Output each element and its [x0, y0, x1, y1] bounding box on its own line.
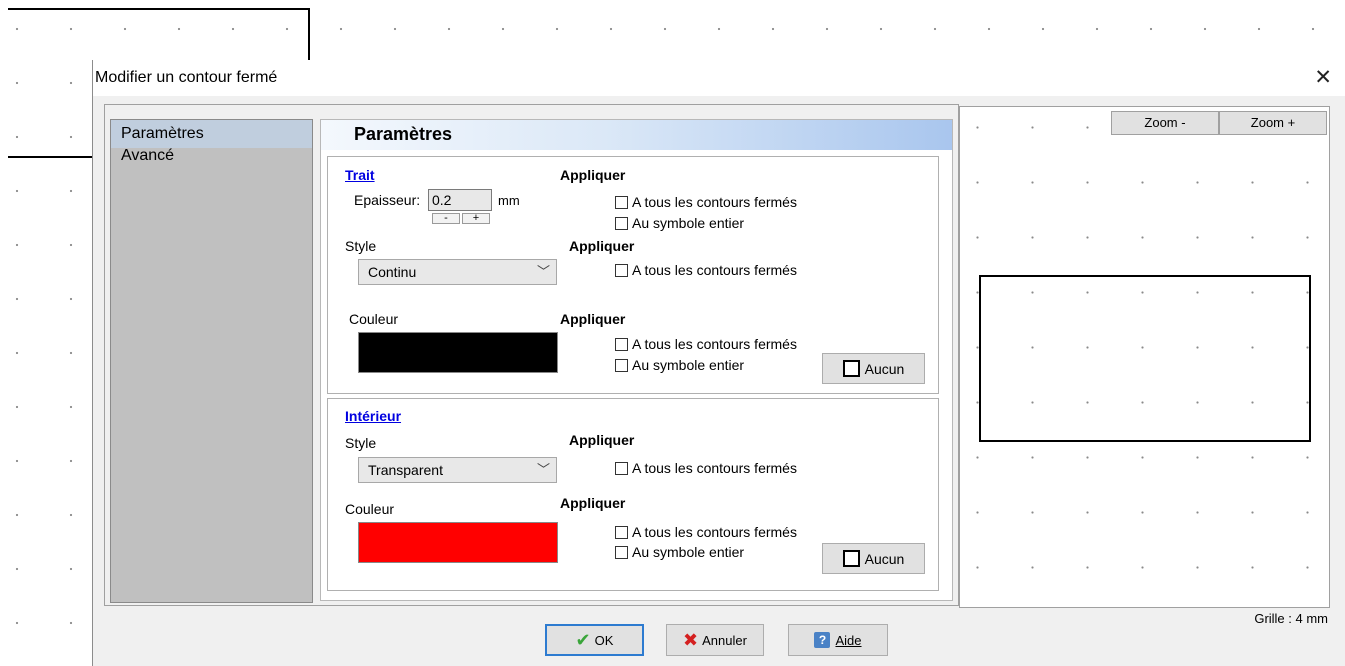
- trait-style-label: Style: [345, 238, 377, 254]
- interieur-group: Intérieur Style Appliquer Transparent ﹀ …: [327, 398, 939, 591]
- trait-apply-all-contours-checkbox[interactable]: A tous les contours fermés: [615, 194, 797, 210]
- checkbox-box[interactable]: [615, 358, 628, 372]
- help-button[interactable]: ? Aide: [788, 624, 888, 656]
- parameters-content: Paramètres Trait Appliquer Epaisseur: mm…: [320, 119, 953, 601]
- interieur-color-swatch[interactable]: [358, 522, 558, 563]
- trait-style-value: Continu: [368, 264, 417, 280]
- interieur-color-apply-label: Appliquer: [560, 495, 626, 511]
- interieur-style-select[interactable]: Transparent ﹀: [358, 457, 557, 483]
- chevron-down-icon: ﹀: [536, 462, 550, 477]
- checkbox-label: Au symbole entier: [632, 544, 745, 560]
- x-icon: ✖: [683, 630, 699, 650]
- ok-button[interactable]: ✔ OK: [545, 624, 644, 656]
- thickness-label: Epaisseur:: [354, 192, 421, 208]
- checkbox-box[interactable]: [615, 263, 628, 277]
- thickness-unit: mm: [498, 193, 520, 208]
- dialog-titlebar: Modifier un contour fermé ✕: [93, 60, 1345, 96]
- grid-size-label: Grille : 4 mm: [1254, 611, 1328, 626]
- none-square-icon: [842, 360, 860, 377]
- chevron-down-icon: ﹀: [536, 264, 550, 279]
- settings-panel: Paramètres Avancé Paramètres Trait Appli…: [104, 104, 959, 606]
- trait-apply-label: Appliquer: [560, 167, 626, 183]
- checkbox-label: A tous les contours fermés: [632, 262, 797, 278]
- interieur-color-label: Couleur: [345, 501, 395, 517]
- trait-group: Trait Appliquer Epaisseur: mm - + A tous…: [327, 156, 939, 394]
- interieur-style-apply-all-checkbox[interactable]: A tous les contours fermés: [615, 460, 797, 476]
- help-label: Aide: [835, 632, 862, 648]
- nav-item-avance[interactable]: Avancé: [111, 142, 312, 170]
- trait-color-swatch[interactable]: [358, 332, 558, 373]
- trait-style-apply-all-checkbox[interactable]: A tous les contours fermés: [615, 262, 797, 278]
- nav-list: Paramètres Avancé: [110, 119, 313, 603]
- dialog-client-area: Paramètres Avancé Paramètres Trait Appli…: [93, 96, 1345, 666]
- checkbox-box[interactable]: [615, 337, 628, 351]
- checkbox-label: A tous les contours fermés: [632, 460, 797, 476]
- trait-none-button[interactable]: Aucun: [822, 353, 925, 384]
- content-title: Paramètres: [354, 124, 453, 144]
- trait-color-apply-symbol-checkbox[interactable]: Au symbole entier: [615, 357, 744, 373]
- edit-closed-contour-dialog: Modifier un contour fermé ✕ Paramètres A…: [92, 60, 1345, 666]
- trait-color-apply-label: Appliquer: [560, 311, 626, 327]
- interieur-style-apply-label: Appliquer: [569, 432, 635, 448]
- interieur-color-apply-symbol-checkbox[interactable]: Au symbole entier: [615, 544, 744, 560]
- dialog-title: Modifier un contour fermé: [95, 69, 278, 86]
- cancel-label: Annuler: [702, 632, 747, 648]
- trait-title-link[interactable]: Trait: [345, 167, 375, 183]
- checkbox-label: A tous les contours fermés: [632, 524, 797, 540]
- none-square-icon: [842, 550, 860, 567]
- interieur-style-label: Style: [345, 435, 377, 451]
- preview-shape: [979, 275, 1311, 442]
- trait-apply-whole-symbol-checkbox[interactable]: Au symbole entier: [615, 215, 744, 231]
- trait-style-apply-label: Appliquer: [569, 238, 635, 254]
- none-button-label: Aucun: [864, 360, 905, 377]
- checkbox-box[interactable]: [615, 461, 628, 475]
- checkbox-label: A tous les contours fermés: [632, 194, 797, 210]
- cancel-button[interactable]: ✖ Annuler: [666, 624, 764, 656]
- none-button-label: Aucun: [864, 550, 905, 567]
- checkbox-box[interactable]: [615, 525, 628, 539]
- zoom-in-button[interactable]: Zoom +: [1219, 111, 1327, 135]
- checkbox-label: Au symbole entier: [632, 357, 745, 373]
- interieur-color-apply-all-checkbox[interactable]: A tous les contours fermés: [615, 524, 797, 540]
- preview-panel: Zoom - Zoom +: [959, 106, 1330, 608]
- checkbox-box[interactable]: [615, 216, 628, 230]
- trait-color-apply-all-checkbox[interactable]: A tous les contours fermés: [615, 336, 797, 352]
- check-icon: ✔: [575, 630, 591, 650]
- ok-label: OK: [594, 632, 614, 648]
- trait-color-label: Couleur: [349, 311, 399, 327]
- interieur-none-button[interactable]: Aucun: [822, 543, 925, 574]
- thickness-decrement-button[interactable]: -: [432, 213, 460, 224]
- content-header: Paramètres: [321, 120, 952, 150]
- zoom-out-button[interactable]: Zoom -: [1111, 111, 1219, 135]
- trait-style-select[interactable]: Continu ﹀: [358, 259, 557, 285]
- interieur-style-value: Transparent: [368, 462, 443, 478]
- help-icon: ?: [814, 632, 831, 648]
- thickness-increment-button[interactable]: +: [462, 213, 490, 224]
- close-button[interactable]: ✕: [1314, 66, 1332, 90]
- checkbox-label: Au symbole entier: [632, 215, 745, 231]
- thickness-input[interactable]: [428, 189, 492, 211]
- checkbox-box[interactable]: [615, 195, 628, 209]
- interieur-title-link[interactable]: Intérieur: [345, 408, 401, 424]
- checkbox-label: A tous les contours fermés: [632, 336, 797, 352]
- checkbox-box[interactable]: [615, 545, 628, 559]
